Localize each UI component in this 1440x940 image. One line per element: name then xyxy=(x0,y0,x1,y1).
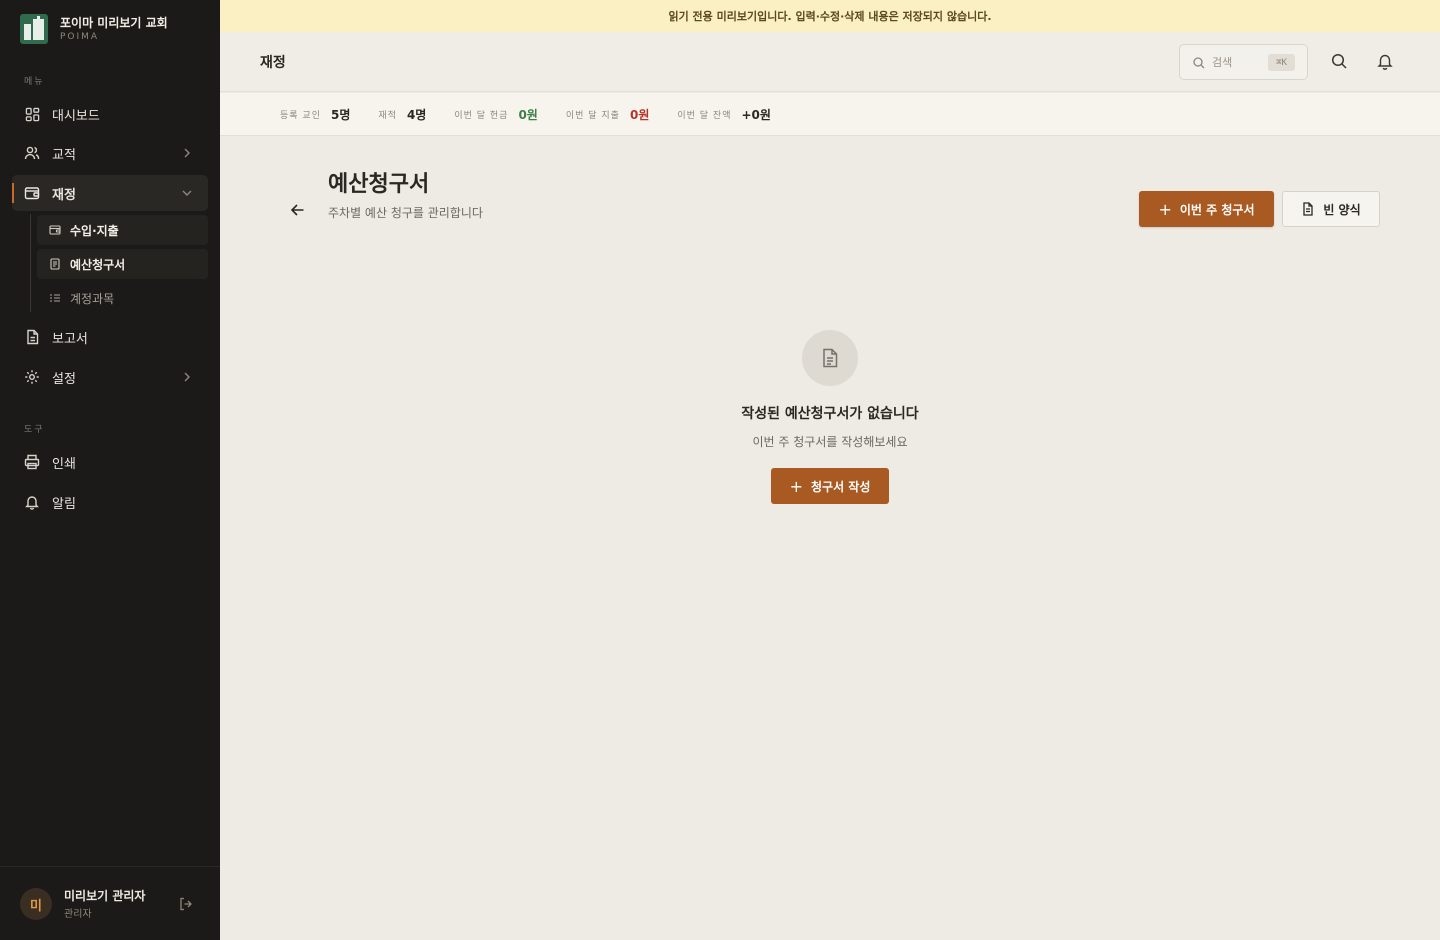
sidebar-item-label: 알림 xyxy=(52,496,76,512)
brand-name: 포이마 미리보기 교회 xyxy=(60,16,168,30)
sidebar-item-members[interactable]: 교적 xyxy=(12,135,208,171)
sidebar-item-label: 대시보드 xyxy=(52,108,100,124)
sidebar-subitem-label: 예산청구서 xyxy=(70,257,126,272)
stat-monthly-balance: 이번 달 잔액 +0원 xyxy=(677,106,771,123)
document-icon xyxy=(1301,202,1315,216)
sidebar-item-label: 인쇄 xyxy=(52,456,76,472)
stats-bar: 등록 교인 5명 재적 4명 이번 달 헌금 0원 이번 달 지출 0원 이번 … xyxy=(220,93,1440,136)
avatar[interactable]: 미 xyxy=(20,888,52,920)
create-request-button[interactable]: + 청구서 작성 xyxy=(771,468,889,504)
search-button[interactable] xyxy=(1330,52,1348,70)
submenu-guide-line xyxy=(30,214,31,312)
wallet-icon xyxy=(49,224,61,236)
stat-value: 0원 xyxy=(629,107,650,122)
stat-value: 5명 xyxy=(330,107,351,122)
sidebar-item-reports[interactable]: 보고서 xyxy=(12,319,208,355)
stat-value: +0원 xyxy=(741,107,771,122)
sidebar-subitem-income-expense[interactable]: 수입·지출 xyxy=(37,215,208,245)
logout-icon[interactable] xyxy=(178,896,194,912)
stat-label: 등록 교인 xyxy=(280,110,321,121)
stat-label: 이번 달 잔액 xyxy=(677,110,732,121)
user-name: 미리보기 관리자 xyxy=(64,889,146,903)
empty-document-icon xyxy=(802,330,858,386)
back-arrow-icon[interactable] xyxy=(288,200,308,220)
stat-value: 0원 xyxy=(518,107,538,122)
stat-monthly-expense: 이번 달 지출 0원 xyxy=(566,106,650,123)
readonly-banner: 읽기 전용 미리보기입니다. 입력·수정·삭제 내용은 저장되지 않습니다. xyxy=(220,0,1440,32)
users-icon xyxy=(24,145,40,161)
section-label-menu: 메뉴 xyxy=(24,77,45,87)
sidebar-subitem-label: 수입·지출 xyxy=(70,223,119,238)
gear-icon xyxy=(24,369,40,385)
shortcut-badge: ⌘K xyxy=(1268,54,1295,71)
sidebar-item-label: 재정 xyxy=(52,187,76,203)
list-icon xyxy=(49,292,61,304)
user-role: 관리자 xyxy=(64,909,92,920)
chevron-right-icon xyxy=(180,370,194,384)
stat-registered-members: 등록 교인 5명 xyxy=(280,106,350,123)
stat-value: 4명 xyxy=(406,107,427,122)
stat-monthly-offering: 이번 달 헌금 0원 xyxy=(454,106,538,123)
file-icon xyxy=(24,329,40,345)
brand[interactable]: 포이마 미리보기 교회 POIMA xyxy=(20,14,168,44)
sidebar-item-dashboard[interactable]: 대시보드 xyxy=(12,96,208,132)
empty-state-subtitle: 이번 주 청구서를 작성해보세요 xyxy=(752,435,908,449)
notification-bell-icon[interactable] xyxy=(1376,52,1394,70)
sidebar-item-settings[interactable]: 설정 xyxy=(12,359,208,395)
bell-icon xyxy=(24,494,40,510)
search-box[interactable]: ⌘K xyxy=(1179,44,1308,80)
stat-label: 이번 달 지출 xyxy=(565,110,620,121)
blank-form-button[interactable]: 빈 양식 xyxy=(1282,191,1380,227)
sidebar-item-label: 보고서 xyxy=(52,331,88,347)
banner-text: 읽기 전용 미리보기입니다. 입력·수정·삭제 내용은 저장되지 않습니다. xyxy=(668,10,992,23)
chevron-right-icon xyxy=(180,146,194,160)
sidebar-item-label: 교적 xyxy=(52,147,76,163)
user-profile: 미 미리보기 관리자 관리자 xyxy=(0,866,220,940)
wallet-icon xyxy=(24,185,40,201)
search-icon xyxy=(1192,56,1206,70)
sidebar-subitem-accounts[interactable]: 계정과목 xyxy=(37,283,208,313)
content-title: 예산청구서 xyxy=(328,172,430,197)
plus-icon: + xyxy=(789,476,803,496)
sidebar: 포이마 미리보기 교회 POIMA 메뉴 대시보드 교적 재정 수입·지출 예산… xyxy=(0,0,220,940)
stat-label: 이번 달 헌금 xyxy=(454,110,509,121)
empty-state-title: 작성된 예산청구서가 없습니다 xyxy=(741,406,919,422)
stat-enrolled: 재적 4명 xyxy=(378,106,426,123)
printer-icon xyxy=(24,454,40,470)
this-week-request-button[interactable]: + 이번 주 청구서 xyxy=(1139,191,1274,227)
search-input[interactable] xyxy=(1212,53,1262,71)
plus-icon: + xyxy=(1158,199,1172,219)
stat-label: 재적 xyxy=(378,110,397,121)
church-logo-icon xyxy=(20,14,48,44)
sidebar-subitem-label: 계정과목 xyxy=(70,291,115,306)
sidebar-item-finance[interactable]: 재정 xyxy=(12,175,208,211)
section-label-tools: 도구 xyxy=(24,425,45,435)
sidebar-item-notifications[interactable]: 알림 xyxy=(12,484,208,520)
content-subtitle: 주차별 예산 청구를 관리합니다 xyxy=(328,206,483,220)
grid-icon xyxy=(24,106,40,122)
sidebar-item-print[interactable]: 인쇄 xyxy=(12,444,208,480)
page-title: 재정 xyxy=(260,55,286,71)
brand-sub: POIMA xyxy=(60,32,100,42)
chevron-down-icon xyxy=(180,186,194,200)
top-header: 재정 ⌘K xyxy=(220,32,1440,92)
receipt-icon xyxy=(49,258,61,270)
sidebar-subitem-budget-request[interactable]: 예산청구서 xyxy=(37,249,208,279)
sidebar-item-label: 설정 xyxy=(52,371,76,387)
